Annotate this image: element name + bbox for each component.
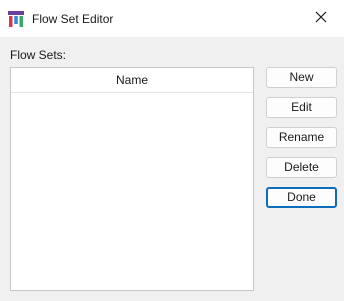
flow-sets-label: Flow Sets:	[10, 48, 67, 62]
flow-set-editor-window: Flow Set Editor Flow Sets: Name New Edit…	[0, 0, 344, 301]
close-icon	[315, 11, 327, 26]
delete-button[interactable]: Delete	[266, 157, 337, 178]
app-icon	[8, 11, 24, 27]
edit-button[interactable]: Edit	[266, 97, 337, 118]
flow-sets-list[interactable]: Name	[10, 67, 254, 291]
rename-button[interactable]: Rename	[266, 127, 337, 148]
close-button[interactable]	[298, 0, 344, 37]
done-button[interactable]: Done	[266, 187, 337, 208]
new-button[interactable]: New	[266, 67, 337, 88]
window-title: Flow Set Editor	[32, 12, 114, 26]
column-header-name[interactable]: Name	[11, 68, 253, 93]
title-bar: Flow Set Editor	[0, 0, 344, 37]
